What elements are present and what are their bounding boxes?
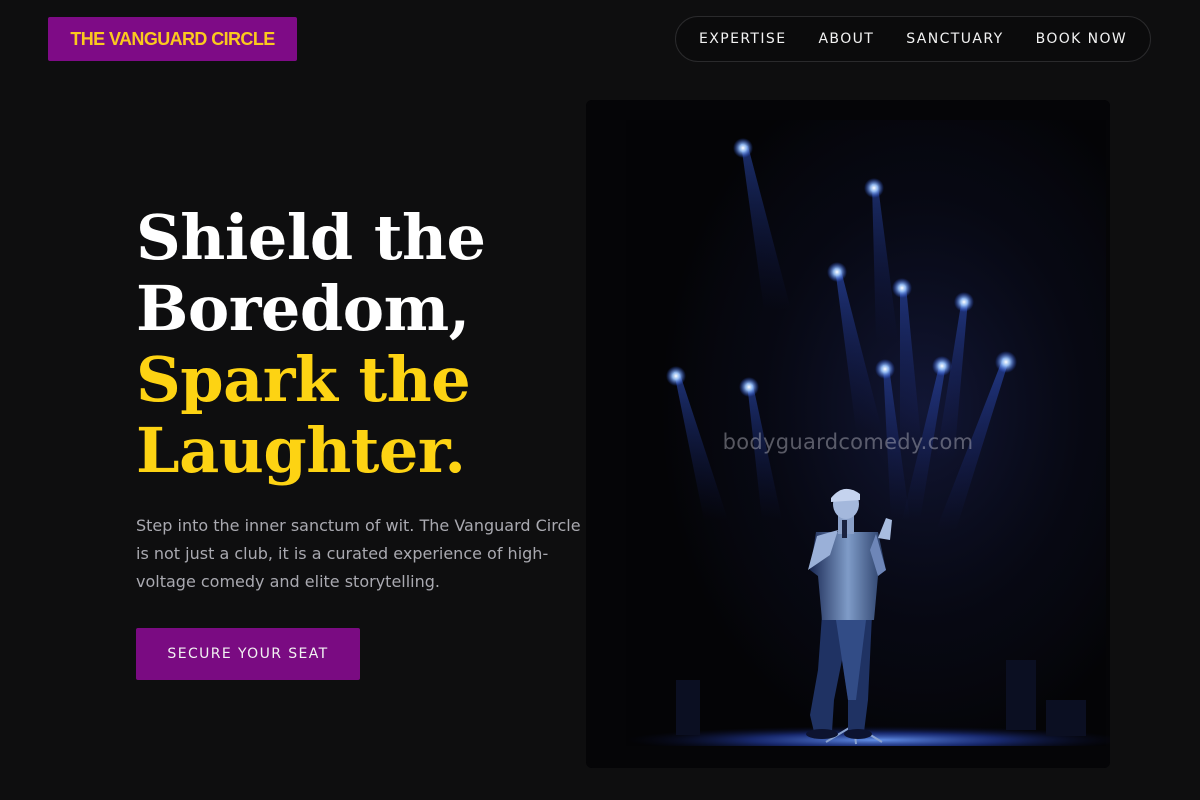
hero-image: bodyguardcomedy.com xyxy=(586,100,1110,768)
brand-logo[interactable]: THE VANGUARD CIRCLE xyxy=(48,17,297,61)
main-nav: EXPERTISE ABOUT SANCTUARY BOOK NOW xyxy=(675,16,1151,62)
nav-item-about[interactable]: ABOUT xyxy=(818,31,874,47)
headline-line-3: Spark the xyxy=(136,343,471,416)
image-watermark: bodyguardcomedy.com xyxy=(722,430,974,454)
page: THE VANGUARD CIRCLE EXPERTISE ABOUT SANC… xyxy=(0,0,1200,800)
headline-line-1: Shield the xyxy=(136,201,486,274)
headline-line-2: Boredom, xyxy=(136,272,470,345)
nav-item-book-now[interactable]: BOOK NOW xyxy=(1036,31,1128,47)
nav-item-expertise[interactable]: EXPERTISE xyxy=(699,31,786,47)
hero-description: Step into the inner sanctum of wit. The … xyxy=(136,516,581,591)
nav-item-sanctuary[interactable]: SANCTUARY xyxy=(906,31,1003,47)
hero-headline: Shield the Boredom, Spark the Laughter. xyxy=(136,202,486,486)
secure-seat-button[interactable]: SECURE YOUR SEAT xyxy=(136,628,360,680)
headline-line-4: Laughter. xyxy=(136,414,466,487)
